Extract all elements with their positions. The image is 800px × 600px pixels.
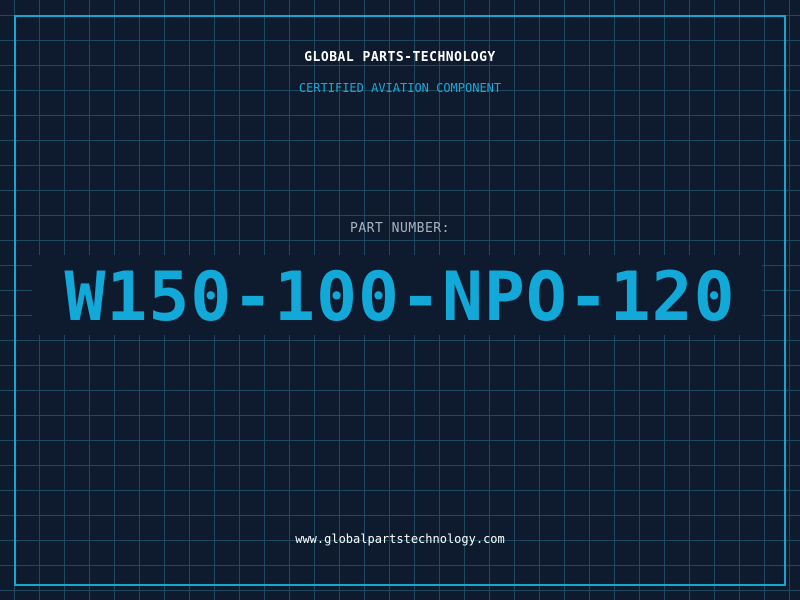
part-number-label: PART NUMBER: [350,221,450,236]
tagline: CERTIFIED AVIATION COMPONENT [298,81,502,95]
website-url: www.globalpartstechnology.com [295,532,505,546]
brand-title: GLOBAL PARTS-TECHNOLOGY [304,50,496,65]
part-number-value: W150-100-NPO-120 [64,258,736,337]
